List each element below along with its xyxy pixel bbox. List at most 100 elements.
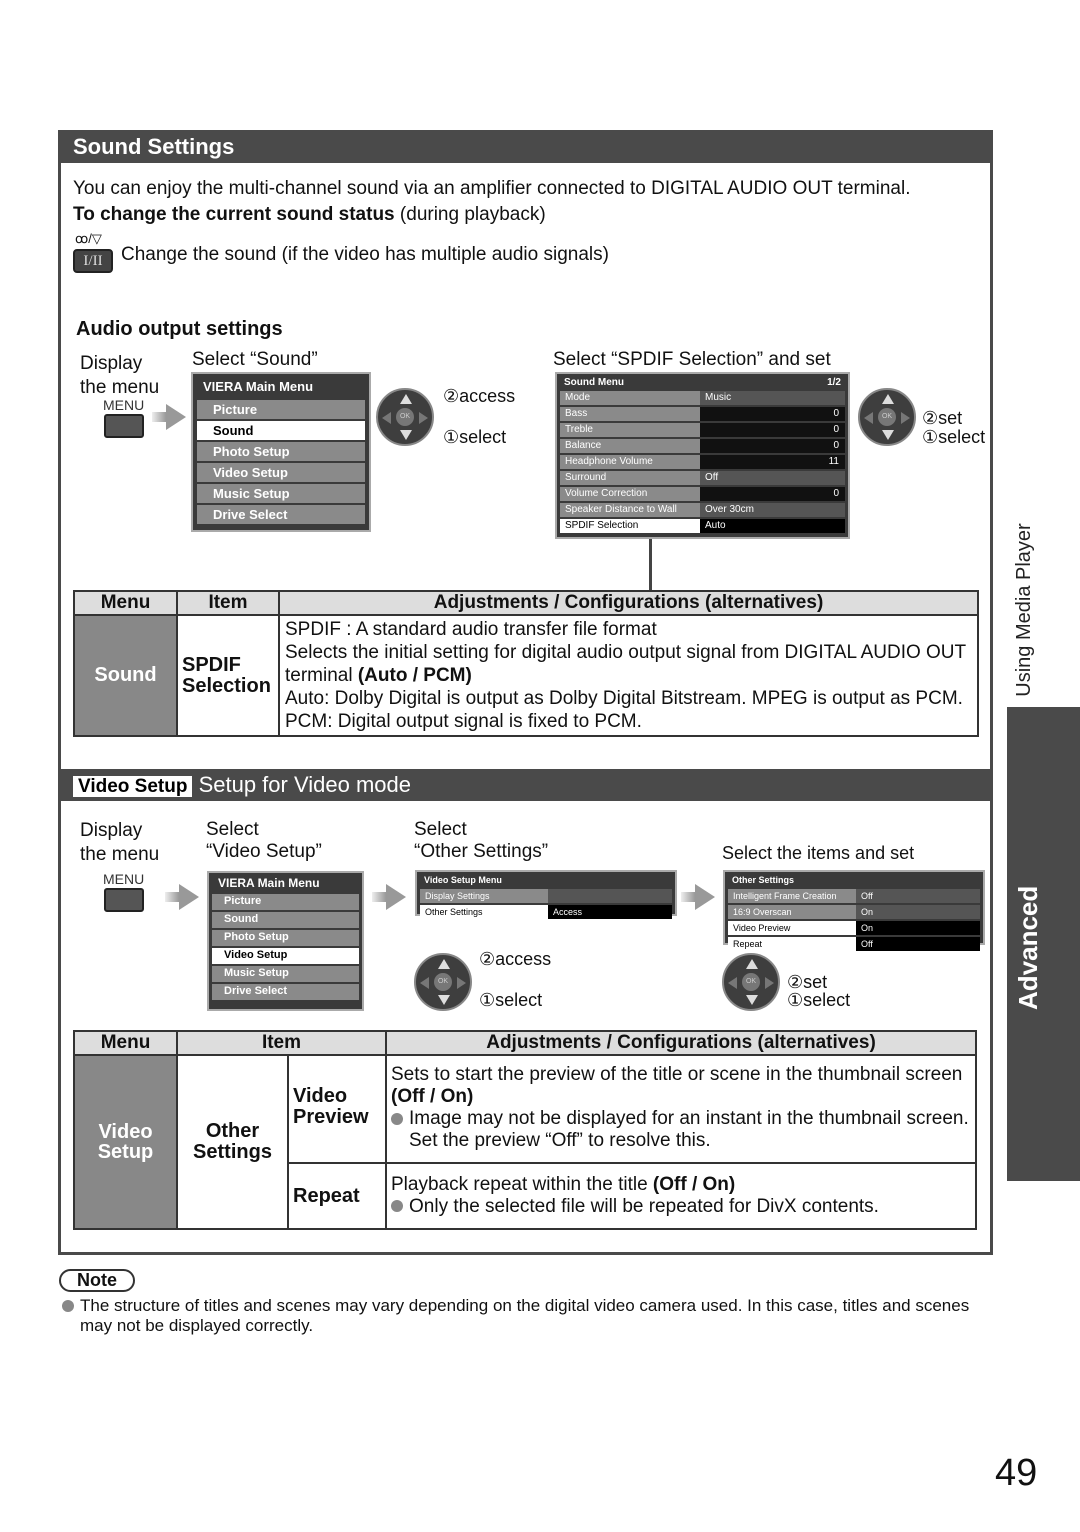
- osd-title: Video Setup Menu: [420, 874, 672, 887]
- menu-button-icon: [104, 888, 144, 912]
- access-label: ②access: [479, 949, 552, 969]
- side-tab-using-media-player: Using Media Player: [1013, 523, 1035, 697]
- osd-row-value: 0: [700, 423, 845, 437]
- select-label: ①select: [922, 427, 986, 447]
- menu-label: MENU: [103, 397, 145, 413]
- header-adjustments: Adjustments / Configurations (alternativ…: [278, 590, 979, 616]
- osd-value-text: Auto: [705, 520, 726, 531]
- osd-row-value: 0: [700, 487, 845, 501]
- osd-row-label: Mode: [560, 391, 700, 405]
- osd-row-label: Volume Correction: [560, 487, 700, 501]
- change-suffix: (during playback): [399, 204, 546, 225]
- osd-row-label: SPDIF Selection: [560, 519, 700, 533]
- repeat-note: Only the selected file will be repeated …: [409, 1196, 879, 1217]
- adjustments-cell: SPDIF : A standard audio transfer file f…: [278, 614, 979, 737]
- osd-value-text: On: [861, 923, 874, 933]
- osd-value-text: Access: [553, 907, 583, 917]
- main-menu-item: Drive Select: [197, 505, 365, 524]
- remote-dpad-icon: OK: [722, 953, 780, 1011]
- osd-value-text: Music: [705, 392, 732, 403]
- step-select-items: Select the items and set: [722, 843, 915, 863]
- header-item: Item: [176, 590, 280, 616]
- audio-symbol: ꝏ/▽: [75, 231, 102, 246]
- main-menu-osd: VIERA Main Menu Picture Sound Photo Setup Vi…: [191, 372, 371, 532]
- osd-row-value: Off: [856, 937, 980, 951]
- osd-row-value: Access: [548, 905, 672, 919]
- video-setup-menu-osd: Video Setup Menu Display Settings Other Se…: [415, 870, 677, 919]
- section-header-video-setup: Video Setup Setup for Video mode: [61, 769, 990, 801]
- osd-row-label: Treble: [560, 423, 700, 437]
- select-label: ①select: [787, 990, 851, 1010]
- osd-row-label: Repeat: [728, 937, 856, 951]
- osd-row-label: Other Settings: [420, 905, 548, 919]
- section-header-sound-settings: Sound Settings: [61, 131, 990, 163]
- osd-row-label: Balance: [560, 439, 700, 453]
- remote-dpad-icon: OK: [414, 953, 472, 1011]
- osd-title-text: Other Settings: [732, 875, 795, 885]
- spdif-desc: Selects the initial setting for digital …: [285, 642, 966, 686]
- menu-button-icon: [104, 414, 144, 438]
- note: The structure of titles and scenes may v…: [62, 1296, 992, 1336]
- osd-row: Headphone Volume 11: [560, 455, 845, 469]
- osd-title: Other Settings: [728, 874, 980, 887]
- step-select-video-setup: Select “Video Setup”: [206, 819, 322, 862]
- osd-value-text: On: [861, 907, 874, 917]
- set-label: ②set: [922, 408, 963, 428]
- change-title: To change the current sound status: [73, 204, 395, 225]
- video-preview-note: Image may not be displayed for an instan…: [409, 1108, 969, 1151]
- step-select-other-settings: Select “Other Settings”: [414, 819, 549, 862]
- osd-value-text: Off: [705, 472, 719, 483]
- osd-level-value: 0: [833, 440, 839, 451]
- osd-level-value: 0: [833, 424, 839, 435]
- main-menu-item: Photo Setup: [197, 442, 365, 461]
- osd-row-value: Off: [700, 471, 845, 485]
- menu-cell-video-setup: Video Setup: [73, 1054, 178, 1230]
- audio-button: I/II: [73, 249, 113, 273]
- osd-title-text: Video Setup Menu: [424, 875, 502, 885]
- osd-level-value: 11: [828, 456, 839, 467]
- subitem-video-preview: Video Preview: [287, 1054, 387, 1164]
- osd-row-value: 0: [700, 439, 845, 453]
- connector-line: [649, 539, 652, 591]
- osd-value-text: Off: [861, 891, 873, 901]
- osd-row-value: On: [856, 921, 980, 935]
- bullet-icon: [62, 1300, 74, 1312]
- osd-row-label: 16:9 Overscan: [728, 905, 856, 919]
- step-select-sound: Select “Sound”: [192, 349, 318, 370]
- menu-cell-sound: Sound: [73, 614, 178, 737]
- arrow-icon: [372, 884, 406, 910]
- arrow-icon: [152, 404, 186, 430]
- osd-row: 16:9 Overscan On: [728, 905, 980, 919]
- repeat-desc: Playback repeat within the title (Off / …: [385, 1162, 977, 1230]
- osd-row: Bass 0: [560, 407, 845, 421]
- osd-title-text: Sound Menu: [564, 377, 624, 388]
- osd-row-value: 0: [700, 407, 845, 421]
- arrow-icon: [681, 884, 715, 910]
- osd-value-text: Over 30cm: [705, 504, 754, 515]
- header-menu: Menu: [73, 1030, 178, 1056]
- sound-settings-table: Menu Item Adjustments / Configurations (al…: [73, 590, 979, 737]
- osd-row: Surround Off: [560, 471, 845, 485]
- osd-row-label: Bass: [560, 407, 700, 421]
- osd-level-value: 0: [833, 408, 839, 419]
- main-menu-title: VIERA Main Menu: [203, 379, 314, 394]
- select-label: ①select: [443, 427, 507, 447]
- osd-row-label: Surround: [560, 471, 700, 485]
- arrow-icon: [165, 884, 199, 910]
- osd-title: Sound Menu 1/2: [560, 376, 845, 389]
- video-setup-tag: Video Setup: [73, 776, 193, 797]
- osd-row: Video Preview On: [728, 921, 980, 935]
- osd-row: Repeat Off: [728, 937, 980, 951]
- osd-row-label: Headphone Volume: [560, 455, 700, 469]
- item-cell-spdif: SPDIF Selection: [176, 614, 280, 737]
- intro-text: You can enjoy the multi-channel sound vi…: [73, 178, 911, 199]
- osd-row: Other Settings Access: [420, 905, 672, 919]
- osd-row-label: Intelligent Frame Creation: [728, 889, 856, 903]
- header-menu: Menu: [73, 590, 178, 616]
- osd-row-value: Over 30cm: [700, 503, 845, 517]
- step-select-spdif: Select “SPDIF Selection” and set: [553, 349, 831, 370]
- osd-page: 1/2: [827, 377, 841, 388]
- header-item: Item: [176, 1030, 387, 1056]
- remote-dpad-icon: OK: [858, 388, 916, 446]
- osd-row: Treble 0: [560, 423, 845, 437]
